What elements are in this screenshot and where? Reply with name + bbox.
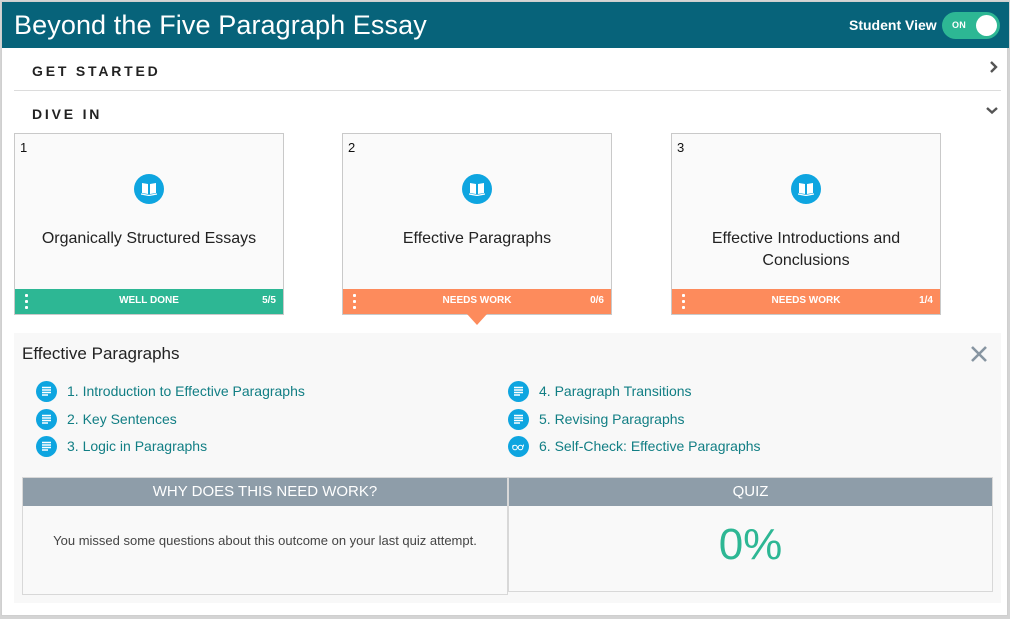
lesson-label: 2. Key Sentences	[67, 411, 177, 427]
student-view-label: Student View	[849, 17, 937, 33]
progress-count: 1/4	[919, 295, 933, 306]
module-card[interactable]: 3 Effective Introductions and Conclusion…	[671, 133, 941, 315]
student-view-toggle[interactable]: ON	[942, 12, 1000, 39]
open-book-icon	[462, 174, 492, 204]
lesson-label: 3. Logic in Paragraphs	[67, 438, 208, 454]
module-card-selected[interactable]: 2 Effective Paragraphs NEEDS WORK 0/6	[342, 133, 612, 315]
section-dive-in[interactable]: DIVE IN	[14, 92, 1001, 134]
why-heading: WHY DOES THIS NEED WORK?	[23, 478, 507, 506]
course-title: Beyond the Five Paragraph Essay	[14, 10, 427, 40]
chevron-right-icon	[989, 60, 999, 79]
document-icon	[36, 381, 57, 402]
why-needs-work-box: WHY DOES THIS NEED WORK? You missed some…	[22, 477, 508, 595]
card-title: Effective Introductions and Conclusions	[711, 230, 901, 269]
why-explanation: You missed some questions about this out…	[53, 533, 477, 548]
lesson-label: 5. Revising Paragraphs	[539, 411, 685, 427]
document-icon	[36, 436, 57, 457]
card-number: 2	[348, 140, 356, 155]
module-detail-panel: Effective Paragraphs 1. Introduction to …	[14, 333, 1001, 603]
selected-card-pointer	[467, 314, 487, 325]
section-label: GET STARTED	[32, 63, 161, 79]
quiz-score-box: QUIZ 0%	[508, 477, 993, 592]
card-title: Effective Paragraphs	[402, 230, 552, 247]
card-number: 3	[677, 140, 685, 155]
lesson-label: 1. Introduction to Effective Paragraphs	[67, 383, 305, 399]
panel-title: Effective Paragraphs	[22, 344, 180, 363]
lesson-label: 4. Paragraph Transitions	[539, 383, 692, 399]
open-book-icon	[791, 174, 821, 204]
progress-count: 5/5	[262, 295, 276, 306]
course-header: Beyond the Five Paragraph Essay Student …	[2, 2, 1009, 48]
toggle-state-label: ON	[952, 20, 967, 30]
open-book-icon	[134, 174, 164, 204]
progress-count: 0/6	[590, 295, 604, 306]
card-number: 1	[20, 140, 28, 155]
status-label: NEEDS WORK	[442, 295, 512, 306]
chevron-down-icon	[985, 103, 999, 121]
card-status-bar: NEEDS WORK 0/6	[343, 289, 611, 314]
status-label: NEEDS WORK	[771, 295, 841, 306]
glasses-icon	[508, 436, 529, 457]
course-page: Beyond the Five Paragraph Essay Student …	[1, 1, 1009, 616]
quiz-heading: QUIZ	[509, 478, 992, 506]
lesson-label: 6. Self-Check: Effective Paragraphs	[539, 438, 761, 454]
status-label: WELL DONE	[119, 295, 179, 306]
section-label: DIVE IN	[32, 106, 103, 122]
module-card[interactable]: 1 Organically Structured Essays WELL DON…	[14, 133, 284, 315]
section-get-started[interactable]: GET STARTED	[14, 49, 1001, 91]
card-status-bar: WELL DONE 5/5	[15, 289, 283, 314]
document-icon	[36, 409, 57, 430]
close-icon[interactable]	[970, 345, 988, 363]
card-title: Organically Structured Essays	[41, 230, 257, 247]
card-status-bar: NEEDS WORK 1/4	[672, 289, 940, 314]
document-icon	[508, 409, 529, 430]
toggle-knob	[976, 15, 997, 36]
quiz-score: 0%	[718, 520, 783, 569]
document-icon	[508, 381, 529, 402]
